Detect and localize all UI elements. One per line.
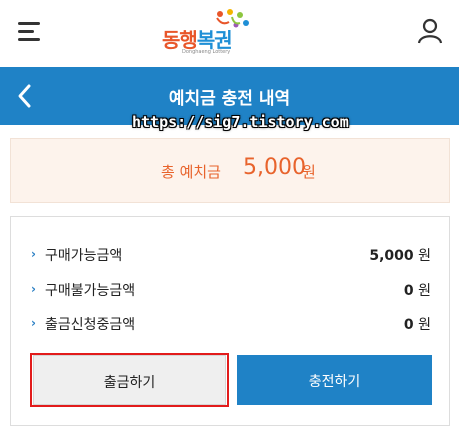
list-item: › 구매불가능금액 0 원 [31,280,431,300]
top-bar: 동행복권 Donghaeng Lottery [0,0,459,67]
detail-value: 5,000 원 [369,248,431,264]
chevron-right-icon: › [31,316,36,330]
chevron-right-icon: › [31,247,36,261]
page-title: 예치금 충전 내역 [168,89,291,109]
total-deposit-unit: 원 [302,163,316,181]
total-deposit-amount: 5,000 [243,155,306,180]
detail-label: 구매가능금액 [45,248,123,264]
watermark-text: https://sig7.tistory.com [132,113,349,131]
total-deposit-box: 총 예치금 5,000 원 [10,138,450,203]
user-icon[interactable] [417,18,443,44]
detail-label: 출금신청중금액 [45,317,136,333]
chevron-right-icon: › [31,282,36,296]
logo[interactable]: 동행복권 Donghaeng Lottery [162,8,252,60]
total-deposit-label: 총 예치금 [161,163,221,181]
charge-button-label: 충전하기 [308,374,361,390]
detail-label: 구매불가능금액 [45,283,136,299]
logo-subtext: Donghaeng Lottery [182,49,231,55]
charge-button[interactable]: 충전하기 [237,355,432,405]
detail-value: 0 원 [403,317,431,333]
list-item: › 구매가능금액 5,000 원 [31,245,431,265]
list-item: › 출금신청중금액 0 원 [31,314,431,334]
deposit-detail-box: › 구매가능금액 5,000 원 › 구매불가능금액 0 원 › 출금신청중금액… [10,216,450,426]
highlight-outline [30,353,229,407]
detail-value: 0 원 [403,283,431,299]
hamburger-menu-icon[interactable] [18,22,40,42]
